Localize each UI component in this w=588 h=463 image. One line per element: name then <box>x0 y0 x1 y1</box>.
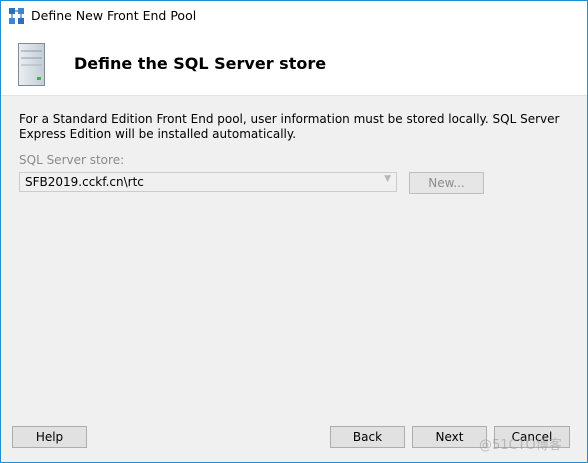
description-text: For a Standard Edition Front End pool, u… <box>19 112 560 141</box>
define-front-end-pool-dialog: Define New Front End Pool Define the SQL… <box>0 0 588 463</box>
title-bar[interactable]: Define New Front End Pool <box>1 1 587 32</box>
page-title: Define the SQL Server store <box>74 54 327 73</box>
chevron-down-icon: ▼ <box>384 174 391 184</box>
sql-server-store-value: SFB2019.cckf.cn\rtc <box>25 175 144 189</box>
sql-server-store-label: SQL Server store: <box>19 153 125 167</box>
next-button[interactable]: Next <box>412 426 487 448</box>
back-button[interactable]: Back <box>330 426 405 448</box>
help-button[interactable]: Help <box>12 426 87 448</box>
topology-builder-icon <box>9 8 24 24</box>
sql-server-store-select[interactable]: SFB2019.cckf.cn\rtc ▼ <box>19 172 397 192</box>
cancel-button[interactable]: Cancel <box>494 426 570 448</box>
server-icon <box>18 43 45 86</box>
header-divider <box>1 95 587 96</box>
window-title: Define New Front End Pool <box>31 8 197 23</box>
wizard-header: Define the SQL Server store <box>1 32 587 95</box>
new-store-button[interactable]: New... <box>409 172 484 194</box>
